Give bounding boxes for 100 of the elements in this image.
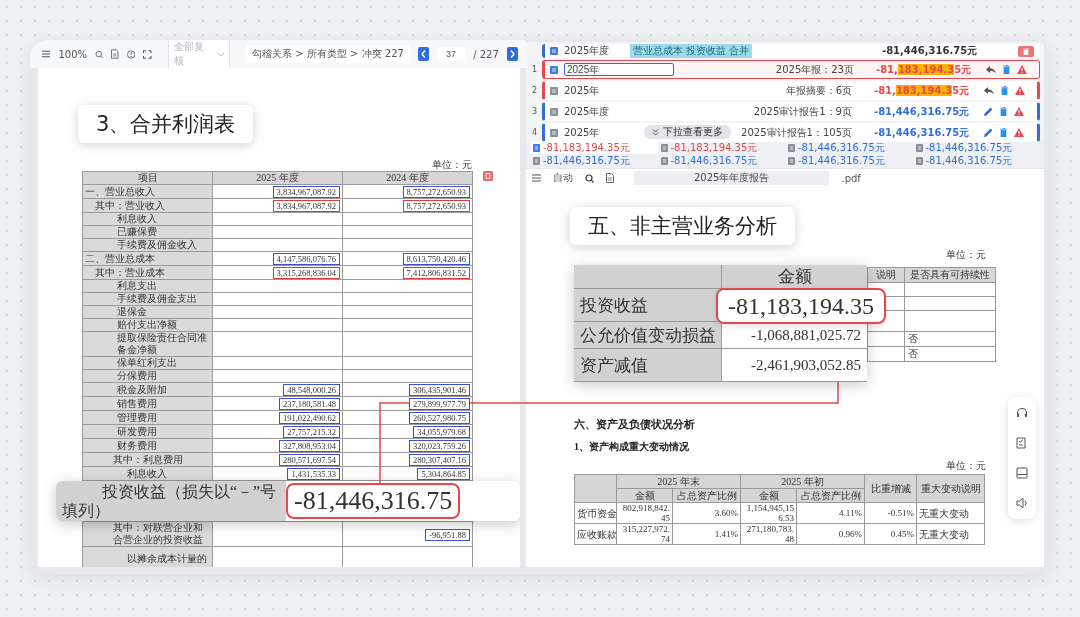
section-callout: 五、非主营业务分析 bbox=[570, 207, 795, 245]
speaker-icon[interactable] bbox=[1016, 497, 1028, 509]
zoomed-row-label: 投资收益（损失以“－”号填列） bbox=[56, 481, 286, 521]
match-row[interactable]: 2025年度 2025审计报告1：9页 -81,446,316.75元 bbox=[542, 102, 1040, 121]
reply-icon[interactable] bbox=[984, 86, 994, 95]
source-label: 年报摘要：6页 bbox=[785, 83, 852, 98]
table-value: 48,548,000.26 bbox=[283, 384, 340, 396]
document-icon bbox=[660, 143, 668, 152]
column-header: 比重增减 bbox=[864, 474, 917, 503]
source-label: 2025年报：23页 bbox=[775, 62, 854, 77]
table-value: 7,412,806,831.52 bbox=[402, 267, 470, 279]
checklist-icon[interactable] bbox=[1016, 437, 1028, 449]
trash-icon[interactable] bbox=[1001, 86, 1008, 95]
headset-icon[interactable] bbox=[1016, 407, 1028, 419]
row-number: 1 bbox=[532, 65, 539, 74]
match-row[interactable]: 2025年 2025年报：23页 -81,183,194.35元 bbox=[542, 60, 1040, 79]
match-summary-row[interactable]: 2025年度 营业总成本 投资收益 合并 -81,446,316.75元 bbox=[542, 44, 1040, 58]
document-icon bbox=[915, 156, 923, 165]
table-value: 3,315,268,836.04 bbox=[272, 267, 340, 279]
zoom-level: 100% bbox=[58, 48, 87, 60]
reply-icon[interactable] bbox=[986, 65, 996, 74]
period-input[interactable]: 2025年 bbox=[564, 63, 674, 76]
table-value: -2,461,903,052.85 bbox=[751, 356, 861, 373]
value-tab[interactable]: -81,446,316.75元 bbox=[912, 154, 1040, 167]
zoomed-value: -81,183,194.35 bbox=[716, 288, 886, 324]
document-icon bbox=[788, 143, 795, 152]
table-value: 8,757,272,650.93 bbox=[402, 200, 470, 212]
table-value: 260,527,980.75 bbox=[408, 412, 470, 424]
value-tab[interactable]: -81,446,316.75元 bbox=[912, 141, 1040, 154]
row-label: 货币资金 bbox=[574, 502, 617, 524]
table-cell: 1,154,945,156.53 bbox=[740, 502, 797, 524]
value-tab[interactable]: -81,446,316.75元 bbox=[785, 141, 913, 154]
row-label: 公允价值变动损益 bbox=[574, 321, 722, 349]
trash-icon[interactable] bbox=[1000, 107, 1007, 116]
table-value: 3,834,967,087.92 bbox=[272, 200, 340, 212]
period-label: 2025年 bbox=[564, 125, 601, 140]
search-icon[interactable] bbox=[585, 173, 594, 183]
warning-icon[interactable] bbox=[1015, 86, 1025, 95]
warning-icon[interactable] bbox=[1014, 128, 1024, 137]
table-cell: 4.11% bbox=[796, 502, 865, 524]
pencil-icon[interactable] bbox=[984, 107, 993, 116]
row-label: 应收账款 bbox=[574, 523, 617, 545]
warning-icon[interactable] bbox=[1017, 65, 1027, 74]
period-label: 2025年 bbox=[564, 83, 601, 98]
column-header: 2024 年度 bbox=[342, 171, 473, 185]
source-label: 2025审计报告1：105页 bbox=[741, 125, 852, 140]
document-icon bbox=[533, 143, 540, 152]
value-tab[interactable]: -81,446,316.75元 bbox=[657, 154, 785, 167]
table-value: 8,757,272,650.93 bbox=[402, 186, 470, 198]
value-tab[interactable]: -81,183,194.35元 bbox=[657, 141, 785, 154]
table-value: 5,304,864.85 bbox=[417, 468, 470, 480]
chevron-down-icon bbox=[216, 51, 225, 57]
chevron-left-icon bbox=[421, 50, 426, 58]
amount-value: -81,183,194.35元 bbox=[874, 83, 971, 98]
previous-page-button[interactable] bbox=[417, 47, 430, 61]
table-cell: 802,918,842.45 bbox=[616, 502, 673, 524]
table-value: 237,180,581.48 bbox=[278, 398, 340, 410]
load-more-tooltip[interactable]: 下拉查看更多 bbox=[644, 125, 731, 139]
trash-icon[interactable] bbox=[1000, 128, 1007, 137]
table-value: -96,951.88 bbox=[425, 528, 470, 541]
report-flag-icon[interactable] bbox=[483, 171, 493, 181]
column-header: 说明 bbox=[867, 267, 905, 283]
amount-value: -81,183,194.35元 bbox=[876, 62, 973, 77]
delete-button[interactable] bbox=[1018, 45, 1034, 57]
column-header: 是否具有可持续性 bbox=[904, 267, 996, 283]
warning-icon[interactable] bbox=[1014, 107, 1024, 116]
pencil-icon[interactable] bbox=[984, 128, 993, 137]
tray-icon[interactable] bbox=[1016, 467, 1028, 479]
document-icon bbox=[660, 156, 668, 165]
trash-icon[interactable] bbox=[1003, 65, 1010, 74]
table-value: 27,757,215.32 bbox=[283, 426, 340, 438]
section-callout: 3、合并利润表 bbox=[78, 105, 254, 143]
next-page-button[interactable] bbox=[506, 47, 518, 61]
value-tab[interactable]: -81,446,316.75元 bbox=[785, 154, 913, 167]
table-value: 327,808,953.04 bbox=[278, 440, 340, 452]
column-header: 重大变动说明 bbox=[916, 474, 985, 503]
row-label: 提取保险责任合同准备金净额 bbox=[82, 331, 213, 357]
value-tab[interactable]: -81,446,316.75元 bbox=[530, 154, 658, 167]
match-row[interactable]: 2025年 年报摘要：6页 -81,183,194.35元 bbox=[542, 81, 1040, 100]
page-input[interactable]: 37 bbox=[437, 47, 466, 61]
table-value: 191,022,490.62 bbox=[278, 412, 340, 424]
table-cell: 271,180,783.48 bbox=[740, 523, 797, 545]
amount-value: -81,446,316.75元 bbox=[874, 104, 971, 119]
menu-icon[interactable] bbox=[42, 50, 51, 58]
info-icon[interactable] bbox=[126, 49, 136, 59]
document-icon bbox=[915, 143, 923, 152]
row-number: 3 bbox=[532, 107, 539, 116]
document-icon bbox=[550, 86, 558, 95]
table-value: 4,147,586,076.76 bbox=[272, 253, 340, 265]
amount-value: -81,446,316.75元 bbox=[882, 44, 979, 58]
menu-icon[interactable] bbox=[532, 174, 541, 182]
amount-value: -81,446,316.75元 bbox=[874, 125, 971, 140]
conflict-path-field[interactable]: 勾稽关系 > 所有类型 > 冲突 227 bbox=[246, 45, 410, 63]
document-icon[interactable] bbox=[111, 49, 119, 59]
column-header: 2025 年末 bbox=[616, 474, 741, 489]
table-value: 279,899,977.79 bbox=[408, 398, 470, 410]
document-icon[interactable] bbox=[606, 173, 614, 183]
fit-mode-label[interactable]: 自动 bbox=[553, 171, 573, 185]
column-header: 2025 年初 bbox=[740, 474, 865, 489]
column-header: 金额 bbox=[721, 265, 867, 289]
